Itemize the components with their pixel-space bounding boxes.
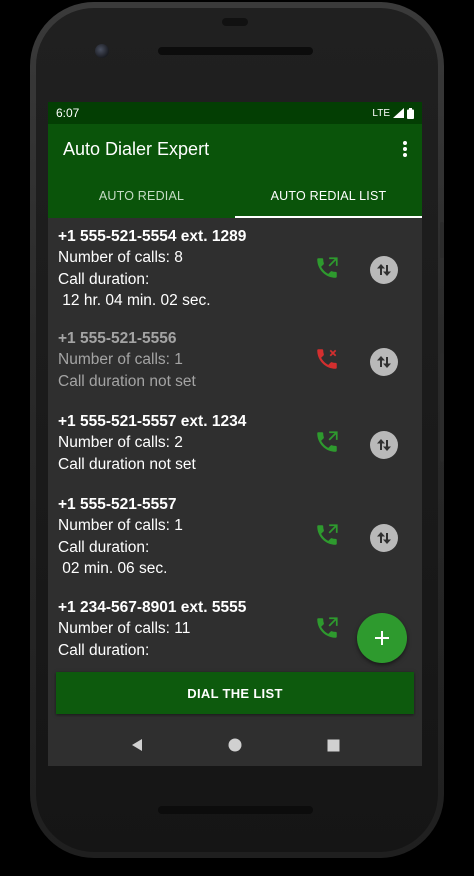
dial-the-list-button[interactable]: DIAL THE LIST — [56, 672, 414, 714]
app-bar: Auto Dialer Expert — [48, 124, 422, 174]
phone-number: +1 555-521-5557 ext. 1234 — [58, 413, 247, 430]
duration-label: Call duration: — [58, 270, 150, 288]
phone-number: +1 555-521-5557 — [58, 496, 177, 513]
home-icon[interactable] — [228, 738, 242, 752]
duration-label: Call duration not set — [58, 372, 196, 390]
phone-number: +1 555-521-5554 ext. 1289 — [58, 228, 247, 245]
call-count: Number of calls: 1 — [58, 351, 183, 368]
app-screen: 6:07 LTE Auto Dialer Expert AUTO REDIAL … — [48, 102, 422, 766]
status-bar: 6:07 LTE — [48, 102, 422, 124]
tab-auto-redial[interactable]: AUTO REDIAL — [48, 174, 235, 218]
swap-vert-icon — [377, 356, 391, 368]
call-made-icon[interactable] — [314, 522, 340, 548]
recents-icon[interactable] — [327, 739, 340, 752]
entry-text: +1 555-521-5554 ext. 1289 Number of call… — [58, 226, 246, 312]
bottom-speaker — [158, 806, 313, 814]
call-made-icon[interactable] — [314, 429, 340, 455]
duration-value: 12 hr. 04 min. 02 sec. — [58, 292, 211, 309]
system-nav-bar — [48, 724, 422, 766]
add-icon — [375, 631, 389, 645]
entry-text: +1 555-521-5557 ext. 1234 Number of call… — [58, 411, 246, 475]
more-vert-icon[interactable] — [402, 140, 408, 158]
duration-label: Call duration not set — [58, 455, 196, 473]
back-icon[interactable] — [130, 738, 144, 752]
app-title: Auto Dialer Expert — [63, 138, 210, 159]
swap-vert-icon — [377, 532, 391, 544]
duration-value: 02 min. 06 sec. — [58, 560, 168, 577]
tab-label: AUTO REDIAL LIST — [270, 189, 387, 203]
list-item[interactable]: +1 555-521-5554 ext. 1289 Number of call… — [48, 226, 422, 316]
swap-vert-icon — [377, 264, 391, 276]
list-item[interactable]: +1 555-521-5557 Number of calls: 1 Call … — [48, 494, 422, 584]
add-entry-button[interactable] — [357, 613, 407, 663]
reorder-button[interactable] — [370, 256, 398, 284]
status-time: 6:07 — [56, 106, 80, 120]
reorder-button[interactable] — [370, 524, 398, 552]
call-missed-icon[interactable] — [314, 346, 340, 372]
entry-text: +1 555-521-5557 Number of calls: 1 Call … — [58, 494, 183, 580]
volume-button — [440, 222, 444, 258]
network-label: LTE — [372, 107, 390, 119]
call-made-icon[interactable] — [314, 615, 340, 641]
tab-label: AUTO REDIAL — [98, 189, 185, 203]
tab-bar: AUTO REDIAL AUTO REDIAL LIST — [48, 174, 422, 218]
duration-label: Call duration: — [58, 538, 150, 556]
duration-label: Call duration: — [58, 641, 150, 659]
phone-number: +1 555-521-5556 — [58, 330, 177, 347]
power-button — [440, 352, 444, 462]
list-item[interactable]: +1 555-521-5556 Number of calls: 1 Call … — [48, 328, 422, 394]
signal-icon — [393, 108, 404, 118]
top-speaker — [158, 47, 313, 55]
swap-vert-icon — [377, 439, 391, 451]
entry-text: +1 555-521-5556 Number of calls: 1 Call … — [58, 328, 196, 392]
call-count: Number of calls: 8 — [58, 249, 183, 266]
battery-icon — [407, 107, 414, 119]
phone-number: +1 234-567-8901 ext. 5555 — [58, 599, 247, 616]
reorder-button[interactable] — [370, 431, 398, 459]
call-made-icon[interactable] — [314, 255, 340, 281]
status-icons: LTE — [372, 107, 414, 119]
call-count: Number of calls: 2 — [58, 434, 183, 451]
front-camera — [95, 44, 109, 58]
call-count: Number of calls: 11 — [58, 620, 191, 637]
earpiece — [222, 18, 248, 26]
list-item[interactable]: +1 555-521-5557 ext. 1234 Number of call… — [48, 411, 422, 477]
tab-auto-redial-list[interactable]: AUTO REDIAL LIST — [235, 174, 422, 218]
call-count: Number of calls: 1 — [58, 517, 183, 534]
redial-list[interactable]: +1 555-521-5554 ext. 1289 Number of call… — [48, 218, 422, 663]
reorder-button[interactable] — [370, 348, 398, 376]
entry-text: +1 234-567-8901 ext. 5555 Number of call… — [58, 597, 246, 661]
dial-button-label: DIAL THE LIST — [187, 685, 283, 701]
